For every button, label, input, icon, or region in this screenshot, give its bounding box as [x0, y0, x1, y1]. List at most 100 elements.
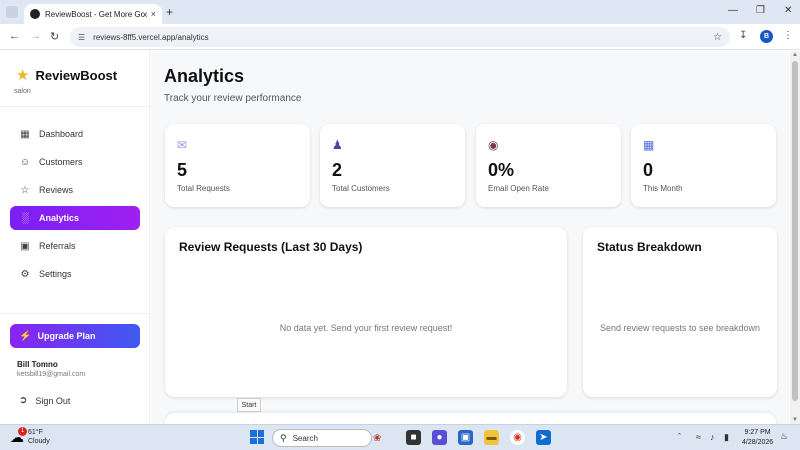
gear-icon: ⚙: [20, 268, 30, 280]
chevron-up-icon[interactable]: ˆ: [678, 432, 681, 442]
file-explorer-icon[interactable]: ▬: [484, 430, 499, 445]
search-icon: ⚲: [280, 432, 287, 443]
review-requests-chart-panel: Review Requests (Last 30 Days) No data y…: [165, 227, 567, 397]
chat-icon[interactable]: ●: [432, 430, 447, 445]
address-bar-row: ← → ↻ ☰ reviews-8ff5.vercel.app/analytic…: [0, 24, 800, 50]
search-label: Search: [292, 433, 318, 443]
star-icon: ☆: [20, 184, 30, 196]
sign-out-label: Sign Out: [35, 395, 71, 406]
battery-icon[interactable]: ▮: [724, 432, 729, 443]
sidebar-item-referrals[interactable]: ▣ Referrals: [10, 234, 140, 258]
empty-state-text: Send review requests to see breakdown: [599, 323, 761, 333]
bookmark-star-icon[interactable]: ☆: [713, 32, 722, 43]
eye-icon: ◉: [488, 138, 499, 152]
people-icon: ♟: [332, 138, 343, 152]
cloud-icon: ☁ 1: [10, 426, 27, 446]
status-breakdown-panel: Status Breakdown Send review requests to…: [583, 227, 777, 397]
scroll-up-icon[interactable]: ▲: [792, 52, 798, 58]
minimize-icon[interactable]: —: [728, 5, 738, 16]
panel-title: Status Breakdown: [597, 240, 702, 254]
browser-menu-icon[interactable]: ⋮: [783, 30, 793, 41]
stat-card-total-customers: ♟ 2 Total Customers: [320, 124, 465, 207]
sidebar-item-label: Customers: [39, 157, 83, 167]
favicon-icon: [30, 9, 40, 19]
chrome-icon[interactable]: ◉: [510, 430, 525, 445]
download-icon[interactable]: ↧: [739, 30, 747, 41]
start-button[interactable]: [250, 430, 264, 444]
upgrade-plan-button[interactable]: ⚡ Upgrade Plan: [10, 324, 140, 348]
wifi-icon[interactable]: ≈: [696, 432, 701, 442]
sidebar: ★ ReviewBoost salon ▦ Dashboard ☺ Custom…: [0, 51, 150, 424]
stat-label: This Month: [643, 184, 683, 193]
store-icon[interactable]: ▣: [458, 430, 473, 445]
new-tab-button[interactable]: +: [166, 5, 173, 19]
lightning-icon: ⚡: [19, 330, 32, 342]
close-window-icon[interactable]: ✕: [784, 5, 792, 16]
reload-icon[interactable]: ↻: [50, 30, 59, 43]
browser-tab[interactable]: ReviewBoost - Get More Google Reviews ×: [24, 4, 162, 24]
forward-icon[interactable]: →: [30, 30, 41, 42]
sidebar-item-analytics[interactable]: ░ Analytics: [10, 206, 140, 230]
sidebar-item-label: Referrals: [39, 241, 76, 251]
windows-taskbar: ☁ 1 61°F Cloudy ⚲ Search ❀ ■ ● ▣ ▬ ◉ ➤ ˆ ≈…: [0, 424, 800, 450]
sidebar-item-label: Settings: [39, 269, 72, 279]
brand-name: ReviewBoost: [35, 67, 118, 83]
page-scrollbar[interactable]: ▲ ▼: [790, 51, 800, 424]
scroll-down-icon[interactable]: ▼: [792, 417, 798, 423]
envelope-icon: ✉: [177, 138, 188, 152]
taskbar-search[interactable]: ⚲ Search ❀: [272, 429, 381, 447]
weather-widget[interactable]: ☁ 1 61°F Cloudy: [10, 426, 50, 446]
panel-title: Review Requests (Last 30 Days): [179, 240, 363, 254]
volume-icon[interactable]: ♪: [710, 432, 715, 442]
bar-chart-icon: ░: [21, 212, 29, 224]
browser-tab-strip: ReviewBoost - Get More Google Reviews × …: [0, 0, 800, 24]
profile-avatar[interactable]: B: [760, 30, 773, 43]
close-tab-icon[interactable]: ×: [151, 9, 156, 19]
sidebar-item-label: Analytics: [39, 213, 80, 223]
logout-icon: ➲: [19, 395, 28, 406]
page-subtitle: Track your review performance: [164, 93, 302, 104]
weather-condition: Cloudy: [28, 438, 50, 445]
stat-card-total-requests: ✉ 5 Total Requests: [165, 124, 310, 207]
upgrade-label: Upgrade Plan: [37, 331, 96, 341]
user-email: ketsbill19@gmail.com: [17, 371, 86, 378]
restore-icon[interactable]: ❐: [756, 5, 765, 16]
sidebar-item-settings[interactable]: ⚙ Settings: [10, 262, 140, 286]
sign-out-button[interactable]: ➲ Sign Out: [19, 395, 70, 406]
notification-badge: 1: [18, 426, 27, 436]
url-field[interactable]: ☰ reviews-8ff5.vercel.app/analytics ☆: [70, 27, 730, 47]
task-view-icon[interactable]: ■: [406, 430, 421, 445]
weather-temp: 61°F: [28, 429, 43, 436]
stat-card-this-month: ▦ 0 This Month: [631, 124, 776, 207]
sidebar-item-dashboard[interactable]: ▦ Dashboard: [10, 122, 140, 146]
dashboard-icon: ▦: [20, 128, 30, 140]
sidebar-item-customers[interactable]: ☺ Customers: [10, 150, 140, 174]
vscode-icon[interactable]: ➤: [536, 430, 551, 445]
sidebar-item-label: Reviews: [39, 185, 74, 195]
clock[interactable]: 9:27 PM 4/28/2026: [742, 428, 773, 448]
url-text: reviews-8ff5.vercel.app/analytics: [93, 32, 209, 42]
gift-icon: ▣: [20, 240, 30, 252]
stat-value: 5: [177, 160, 188, 180]
clock-time: 9:27 PM: [744, 429, 771, 436]
page-title: Analytics: [164, 66, 245, 86]
stat-value: 0: [643, 160, 654, 180]
sidebar-nav: ▦ Dashboard ☺ Customers ☆ Reviews ░ Anal…: [10, 122, 140, 290]
empty-state-text: No data yet. Send your first review requ…: [279, 323, 453, 333]
back-icon[interactable]: ←: [9, 30, 20, 42]
users-icon: ☺: [19, 156, 31, 168]
tab-title: ReviewBoost - Get More Google Reviews: [45, 9, 147, 19]
scrollbar-thumb[interactable]: [792, 61, 798, 401]
brand-logo[interactable]: ★ ReviewBoost: [16, 66, 117, 84]
stat-label: Total Customers: [332, 184, 390, 193]
calendar-icon: ▦: [643, 138, 655, 152]
main-content: Analytics Track your review performance …: [151, 51, 789, 433]
stat-label: Email Open Rate: [488, 184, 549, 193]
sidebar-item-label: Dashboard: [39, 129, 84, 139]
sidebar-divider: [0, 106, 150, 107]
tab-search-icon[interactable]: [6, 6, 18, 18]
stat-value: 0%: [488, 160, 515, 180]
notification-bell-icon[interactable]: ♨: [780, 431, 788, 442]
site-info-icon[interactable]: ☰: [78, 33, 85, 42]
sidebar-item-reviews[interactable]: ☆ Reviews: [10, 178, 140, 202]
